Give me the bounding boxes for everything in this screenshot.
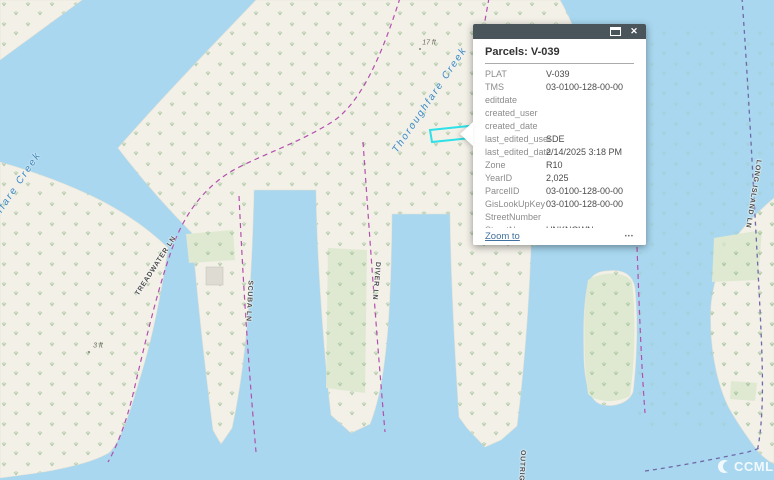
zoom-to-link[interactable]: Zoom to <box>485 231 520 242</box>
field-value: 03-0100-128-00-00 <box>546 82 623 92</box>
attribute-row: last_edited_date 2/14/2025 3:18 PM <box>485 145 634 158</box>
ccm-logo-text: CCML <box>734 459 774 474</box>
field-value: V-039 <box>546 69 570 79</box>
field-value: R10 <box>546 160 563 170</box>
attribute-row: created_user <box>485 106 634 119</box>
field-label: last_edited_date <box>485 147 546 157</box>
popup-titlebar[interactable] <box>473 24 646 39</box>
dock-icon[interactable] <box>609 27 621 37</box>
building-footprint <box>206 267 223 285</box>
popup-pointer <box>460 122 473 146</box>
ellipsis-menu-icon[interactable]: ••• <box>625 234 634 240</box>
field-label: created_user <box>485 108 546 118</box>
basemap-attribution: CCML <box>718 459 774 474</box>
spot-elevation-dot <box>88 351 90 353</box>
attribute-row: editdate <box>485 93 634 106</box>
field-label: ParcelID <box>485 186 546 196</box>
field-label: StreetNumber <box>485 212 546 222</box>
field-value: 2/14/2025 3:18 PM <box>546 147 622 157</box>
field-value: 03-0100-128-00-00 <box>546 199 623 209</box>
attribute-row: PLAT V-039 <box>485 67 634 80</box>
field-value: 03-0100-128-00-00 <box>546 186 623 196</box>
field-label: YearID <box>485 173 546 183</box>
gis-app-window: Thoroughfare Creek Thoroughfare Creek TR… <box>0 0 774 480</box>
popup-title: Parcels: V-039 <box>485 46 634 58</box>
attribute-row: created_date <box>485 119 634 132</box>
field-label: PLAT <box>485 69 546 79</box>
popup-header: Parcels: V-039 <box>473 39 646 64</box>
field-value: 2,025 <box>546 173 569 183</box>
map-canvas[interactable]: Thoroughfare Creek Thoroughfare Creek TR… <box>0 0 774 480</box>
field-label: last_edited_user <box>485 134 546 144</box>
spot-elevation-dot <box>419 48 421 50</box>
attribute-row: last_edited_user SDE <box>485 132 634 145</box>
ccm-logo-icon <box>718 460 731 473</box>
attribute-row: GisLookUpKey 03-0100-128-00-00 <box>485 197 634 210</box>
field-label: editdate <box>485 95 546 105</box>
attribute-row: Zone R10 <box>485 158 634 171</box>
field-label: created_date <box>485 121 546 131</box>
attribute-row: ParcelID 03-0100-128-00-00 <box>485 184 634 197</box>
popup-footer: Zoom to ••• <box>473 228 646 245</box>
field-value: SDE <box>546 134 565 144</box>
field-label: Zone <box>485 160 546 170</box>
field-label: TMS <box>485 82 546 92</box>
attribute-row: YearID 2,025 <box>485 171 634 184</box>
feature-popup: Parcels: V-039 PLAT V-039 TMS 03-0100-12… <box>473 24 646 245</box>
basemap <box>0 0 774 480</box>
attribute-row: TMS 03-0100-128-00-00 <box>485 80 634 93</box>
attribute-row: StreetNumber <box>485 210 634 223</box>
field-label: GisLookUpKey <box>485 199 546 209</box>
attribute-table: PLAT V-039 TMS 03-0100-128-00-00 editdat… <box>473 64 646 242</box>
close-icon[interactable] <box>628 27 640 37</box>
